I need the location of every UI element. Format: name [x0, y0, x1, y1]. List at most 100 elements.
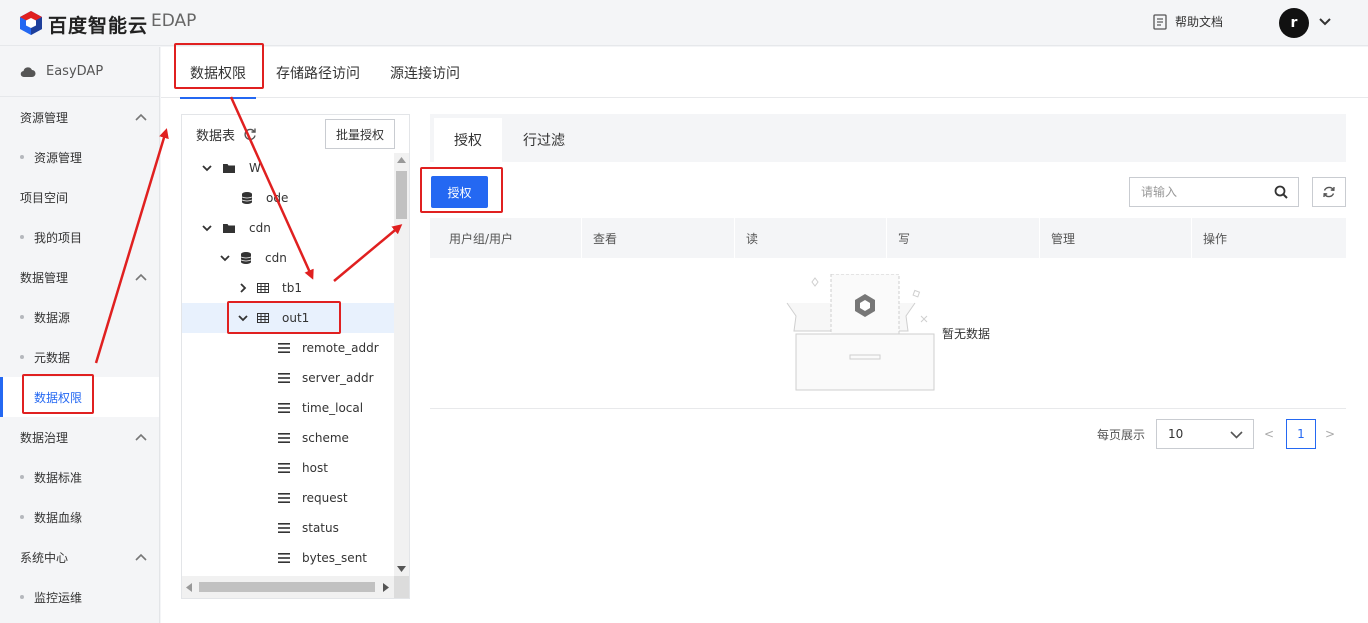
chevron-right-icon[interactable] — [237, 282, 249, 294]
table-divider — [430, 408, 1346, 409]
subtab-row-filter[interactable]: 行过滤 — [510, 118, 578, 162]
chevron-down-icon[interactable] — [219, 252, 231, 264]
user-avatar[interactable]: r — [1279, 8, 1309, 38]
tab-storage-path-access[interactable]: 存储路径访问 — [276, 47, 360, 98]
page-size-select[interactable]: 10 — [1156, 419, 1254, 449]
sidebar-group-data-management[interactable]: 数据管理 — [0, 257, 159, 297]
tree-node-column[interactable]: request — [182, 483, 394, 513]
refresh-icon[interactable] — [243, 127, 257, 141]
subtab-bar: 授权 行过滤 — [430, 114, 1346, 162]
sidebar-item-label: 元数据 — [34, 350, 71, 365]
sidebar-item-label: 数据源 — [34, 310, 71, 325]
column-header: 读 — [746, 231, 759, 246]
tree-node-column[interactable]: status — [182, 513, 394, 543]
annotation-box-table-node — [227, 301, 341, 334]
help-docs-label: 帮助文档 — [1175, 15, 1224, 29]
tree-node-label: request — [302, 491, 348, 505]
tree-node-column[interactable]: server_addr — [182, 363, 394, 393]
refresh-button[interactable] — [1312, 177, 1346, 207]
tree-node-label: time_local — [302, 401, 364, 415]
sidebar-item-metadata[interactable]: 元数据 — [0, 337, 159, 377]
sidebar-item-resource-management[interactable]: 资源管理 — [0, 137, 159, 177]
sidebar: EasyDAP 资源管理 资源管理 项目空间 我的项目 数据管理 数据源 元数据… — [0, 47, 160, 623]
next-page-button[interactable]: > — [1323, 419, 1337, 449]
scroll-right-icon[interactable] — [383, 583, 389, 592]
tree-horizontal-scrollbar[interactable] — [182, 576, 394, 598]
sidebar-group-label: 系统中心 — [20, 550, 69, 565]
batch-authorize-button[interactable]: 批量授权 — [325, 119, 395, 149]
scroll-up-icon[interactable] — [397, 157, 406, 163]
sidebar-item-data-lineage[interactable]: 数据血缘 — [0, 497, 159, 537]
scroll-down-icon[interactable] — [397, 566, 406, 572]
chevron-down-icon[interactable] — [201, 222, 213, 234]
tree-title: 数据表 — [196, 128, 236, 144]
scrollbar-thumb[interactable] — [396, 171, 407, 219]
sidebar-item-data-standard[interactable]: 数据标准 — [0, 457, 159, 497]
main-content: 数据权限 存储路径访问 源连接访问 数据表 批量授权 W ode cdn cdn… — [161, 47, 1368, 623]
column-icon — [278, 403, 290, 413]
page-number-button[interactable]: 1 — [1286, 419, 1316, 449]
scrollbar-corner — [394, 576, 409, 598]
folder-icon — [223, 224, 235, 233]
tree-node-folder[interactable]: W — [182, 153, 394, 183]
column-icon — [278, 373, 290, 383]
column-header: 查看 — [593, 231, 618, 246]
tree-vertical-scrollbar[interactable] — [394, 153, 409, 576]
sidebar-item-monitoring[interactable]: 监控运维 — [0, 577, 159, 617]
top-bar: 百度智能云 EDAP 帮助文档 r — [0, 0, 1368, 46]
sidebar-group-label: 数据治理 — [20, 430, 69, 445]
prev-page-button[interactable]: < — [1262, 419, 1276, 449]
chevron-down-icon[interactable] — [201, 162, 213, 174]
tree-node-label: status — [302, 521, 339, 535]
tree-node-column[interactable]: host — [182, 453, 394, 483]
sidebar-item-my-projects[interactable]: 我的项目 — [0, 217, 159, 257]
tree-node-column[interactable]: scheme — [182, 423, 394, 453]
page-size-value: 10 — [1168, 427, 1184, 441]
tree-node-label: cdn — [265, 251, 287, 265]
sidebar-item-label: 监控运维 — [34, 590, 83, 605]
tree-node-column[interactable]: bytes_sent — [182, 543, 394, 573]
tree-node-folder[interactable]: cdn — [182, 213, 394, 243]
table-tree-panel: 数据表 批量授权 W ode cdn cdn tb1 out1 remote_a… — [181, 114, 410, 599]
document-icon — [1153, 13, 1167, 30]
sidebar-group-system[interactable]: 系统中心 — [0, 537, 159, 577]
sidebar-group-label: 项目空间 — [20, 190, 69, 205]
tree-node-table[interactable]: tb1 — [182, 273, 394, 303]
sidebar-app-header: EasyDAP — [0, 47, 159, 97]
tree-node-column[interactable]: time_local — [182, 393, 394, 423]
column-icon — [278, 343, 290, 353]
sidebar-group-project[interactable]: 项目空间 — [0, 177, 159, 217]
column-icon — [278, 433, 290, 443]
search-icon[interactable] — [1274, 185, 1288, 199]
scroll-left-icon[interactable] — [186, 583, 192, 592]
subtab-authorize[interactable]: 授权 — [434, 118, 502, 162]
search-input[interactable] — [1141, 185, 1266, 199]
tree-node-database[interactable]: cdn — [182, 243, 394, 273]
chevron-down-icon[interactable] — [1318, 15, 1332, 29]
baidu-cloud-logo-icon — [20, 11, 42, 35]
tree-node-database[interactable]: ode — [182, 183, 394, 213]
sidebar-group-label: 资源管理 — [20, 110, 69, 125]
tree-node-label: ode — [266, 191, 289, 205]
sidebar-group-data-governance[interactable]: 数据治理 — [0, 417, 159, 457]
annotation-box-sidebar — [22, 374, 94, 414]
tree-node-column[interactable]: remote_addr — [182, 333, 394, 363]
column-header: 写 — [898, 231, 911, 246]
help-docs-link[interactable]: 帮助文档 — [1153, 13, 1223, 30]
tree-node-label: bytes_sent — [302, 551, 368, 565]
sidebar-item-data-source[interactable]: 数据源 — [0, 297, 159, 337]
tab-source-connection-access[interactable]: 源连接访问 — [390, 47, 460, 98]
chevron-up-icon — [135, 273, 147, 281]
tree-node-label: remote_addr — [302, 341, 379, 355]
scrollbar-thumb[interactable] — [199, 582, 375, 592]
page-size-label: 每页展示 — [1097, 427, 1146, 442]
sidebar-app-name: EasyDAP — [46, 64, 104, 79]
sidebar-group-resource[interactable]: 资源管理 — [0, 97, 159, 137]
tree-header: 数据表 批量授权 — [182, 115, 409, 153]
tree-node-label: W — [249, 161, 261, 175]
column-header: 管理 — [1051, 231, 1076, 246]
sidebar-item-label: 资源管理 — [34, 150, 83, 165]
search-box[interactable] — [1129, 177, 1299, 207]
column-icon — [278, 523, 290, 533]
annotation-box-tab — [174, 43, 264, 89]
